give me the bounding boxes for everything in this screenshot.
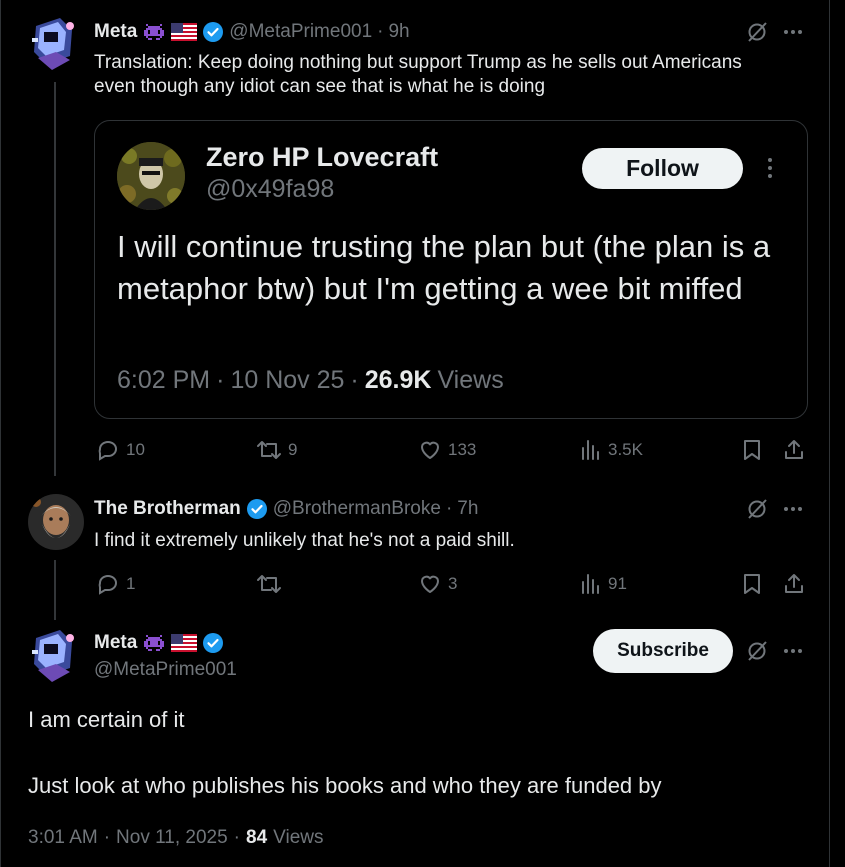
avatar[interactable] [28, 494, 84, 550]
repost-button[interactable]: 9 [256, 438, 297, 462]
quoted-author-name[interactable]: Zero HP Lovecraft [206, 142, 438, 173]
more-dots-icon[interactable] [784, 507, 802, 511]
like-count: 133 [448, 440, 477, 459]
verified-badge-icon [202, 21, 224, 43]
quoted-author-handle[interactable]: @0x49fa98 [206, 175, 334, 204]
more-dots-icon[interactable] [784, 649, 802, 653]
grok-icon[interactable] [746, 640, 768, 662]
author-handle[interactable]: @MetaPrime001 [229, 21, 372, 43]
quoted-post-date[interactable]: 10 Nov 25 [230, 366, 344, 395]
author-name[interactable]: Meta [94, 632, 137, 654]
quoted-views-label: Views [437, 366, 504, 394]
subscribe-button[interactable]: Subscribe [593, 629, 733, 673]
post-text-line: Just look at who publishes his books and… [28, 773, 662, 798]
separator-dot: · [350, 366, 359, 394]
quoted-views-count: 26.9K [364, 366, 432, 394]
repost-icon [257, 575, 281, 593]
reply-count: 1 [126, 574, 136, 593]
separator-dot: · [377, 21, 384, 42]
separator-dot: · [445, 498, 453, 519]
views-button[interactable]: 91 [580, 572, 627, 596]
verified-badge-icon [246, 498, 268, 520]
post-time[interactable]: 9h [388, 21, 409, 43]
quoted-post-time[interactable]: 6:02 PM [117, 366, 210, 395]
avatar[interactable] [30, 628, 78, 686]
left-border [0, 0, 1, 867]
views-count: 3.5K [608, 440, 643, 459]
repost-button[interactable] [256, 572, 288, 596]
post-text: Translation: Keep doing nothing but supp… [94, 52, 742, 97]
share-icon[interactable] [782, 572, 806, 596]
us-flag-icon [171, 634, 198, 652]
reply-icon [98, 575, 117, 595]
right-border [829, 0, 830, 867]
bookmark-icon[interactable] [741, 572, 763, 596]
separator-dot: · [216, 366, 225, 394]
verified-badge-icon [202, 632, 224, 654]
bookmark-icon[interactable] [741, 438, 763, 462]
post-time[interactable]: 7h [457, 498, 478, 520]
author-name[interactable]: Meta [94, 21, 137, 43]
avatar[interactable] [117, 142, 185, 210]
author-handle[interactable]: @BrothermanBroke [273, 498, 441, 520]
follow-button[interactable]: Follow [582, 148, 743, 189]
views-label: Views [273, 827, 324, 848]
post-time[interactable]: 3:01 AM [28, 827, 98, 849]
like-button[interactable]: 133 [418, 438, 476, 462]
reply-count: 10 [126, 440, 145, 459]
views-count: 84 [246, 827, 268, 848]
grok-icon[interactable] [746, 498, 768, 520]
like-icon [421, 575, 439, 593]
author-name[interactable]: The Brotherman [94, 498, 241, 520]
post-text-line: I am certain of it [28, 707, 185, 732]
us-flag-icon [171, 23, 198, 41]
like-icon [421, 441, 439, 459]
views-icon [582, 574, 599, 594]
post-text: I find it extremely unlikely that he's n… [94, 530, 515, 551]
avatar[interactable] [30, 16, 78, 74]
reply-button[interactable]: 1 [96, 572, 135, 596]
thread-line [54, 82, 56, 476]
views-icon [582, 440, 599, 460]
views-count: 91 [608, 574, 627, 593]
quoted-post-text: I will continue trusting the plan but (t… [117, 229, 771, 306]
space-invader-icon [142, 633, 166, 653]
thread-line [54, 560, 56, 620]
separator-dot: · [103, 827, 111, 848]
like-count: 3 [448, 574, 458, 593]
share-icon[interactable] [782, 438, 806, 462]
more-dots-icon[interactable] [784, 30, 802, 34]
author-handle[interactable]: @MetaPrime001 [94, 659, 237, 681]
space-invader-icon [142, 22, 166, 42]
more-dots-icon[interactable] [768, 158, 772, 178]
grok-icon[interactable] [746, 21, 768, 43]
reply-button[interactable]: 10 [96, 438, 145, 462]
repost-count: 9 [288, 440, 298, 459]
post-date[interactable]: Nov 11, 2025 [116, 827, 228, 849]
repost-icon [257, 441, 281, 459]
separator-dot: · [233, 827, 240, 848]
reply-icon [98, 441, 117, 461]
views-button[interactable]: 3.5K [580, 438, 643, 462]
like-button[interactable]: 3 [418, 572, 457, 596]
